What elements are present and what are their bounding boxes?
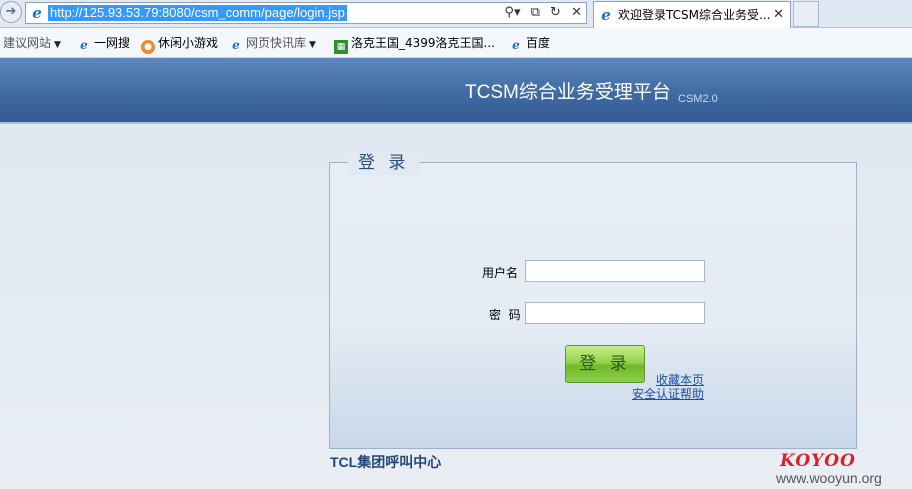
login-legend: 登 录 — [348, 151, 420, 175]
watermark-logo: KOYOO — [780, 451, 856, 471]
close-icon[interactable]: ✕ — [773, 7, 784, 22]
fav-label: 网页快讯库 — [246, 36, 307, 50]
security-help-link[interactable]: 安全认证帮助 — [632, 387, 704, 401]
fav-baidu[interactable]: e 百度 — [509, 35, 551, 52]
fav-yiwangsou[interactable]: e 一网搜 — [77, 35, 131, 52]
fav-casual-games[interactable]: ● 休闲小游戏 — [141, 35, 219, 54]
fav-roco-kingdom[interactable]: ▦ 洛克王国_4399洛克王国... — [334, 35, 495, 54]
login-panel: 登 录 用户名 密 码 登 录 收藏本页 安全认证帮助 — [329, 151, 857, 449]
app-version: CSM2.0 — [678, 93, 718, 105]
tab-title: 欢迎登录TCSM综合业务受... — [618, 8, 771, 22]
refresh-icon[interactable]: ↻ — [550, 4, 561, 22]
ie-icon: e — [32, 4, 42, 22]
fav-suggested-sites[interactable]: 建议网站 ▼ — [3, 35, 61, 51]
chevron-down-icon: ▼ — [309, 40, 316, 50]
fav-label: 建议网站 — [3, 36, 52, 50]
new-tab-button[interactable] — [793, 1, 819, 27]
app-title: TCSM综合业务受理平台 — [465, 82, 671, 103]
chevron-down-icon: ▼ — [54, 40, 61, 50]
search-icon[interactable]: ⚲▾ — [504, 4, 520, 22]
header-banner: TCSM综合业务受理平台 CSM2.0 — [0, 58, 912, 124]
ie-icon: e — [601, 6, 611, 24]
fav-label: 百度 — [526, 36, 551, 50]
fav-label: 一网搜 — [94, 36, 131, 50]
footer-org: TCL集团呼叫中心 — [330, 454, 442, 470]
ie-icon: e — [512, 38, 520, 52]
grid-icon: ▦ — [334, 40, 348, 54]
fav-label: 洛克王国_4399洛克王国... — [351, 36, 495, 50]
tab-login[interactable]: e 欢迎登录TCSM综合业务受... ✕ — [593, 1, 791, 28]
login-button[interactable]: 登 录 — [565, 345, 645, 383]
page-content: TCSM综合业务受理平台 CSM2.0 登 录 用户名 密 码 登 录 收藏本页… — [0, 58, 912, 489]
favorites-bar: 建议网站 ▼ e 一网搜 ● 休闲小游戏 e 网页快讯库 ▼ ▦ 洛克王国_4399洛克王国… — [0, 28, 912, 58]
watermark-site: www.wooyun.org — [776, 470, 882, 486]
ie-icon: e — [80, 38, 88, 52]
login-legend-text: 登 录 — [358, 153, 410, 173]
bookmark-page-link[interactable]: 收藏本页 — [656, 373, 704, 387]
url-text[interactable]: http://125.93.53.79:8080/csm_comm/page/l… — [48, 5, 347, 21]
ie-icon: e — [232, 38, 240, 52]
username-label: 用户名 — [482, 266, 519, 280]
password-label: 密 码 — [489, 308, 521, 322]
address-bar[interactable]: e http://125.93.53.79:8080/csm_comm/page… — [25, 2, 587, 24]
stop-icon[interactable]: ✕ — [571, 4, 582, 22]
address-tools: ⚲▾ ⧉ ↻ ✕ — [498, 4, 582, 22]
address-bar-row: ➔ e http://125.93.53.79:8080/csm_comm/pa… — [0, 0, 912, 28]
compat-view-icon[interactable]: ⧉ — [531, 4, 540, 22]
fav-web-slice[interactable]: e 网页快讯库 ▼ — [229, 35, 316, 52]
password-input[interactable] — [525, 302, 705, 324]
fav-label: 休闲小游戏 — [158, 36, 219, 50]
username-input[interactable] — [525, 260, 705, 282]
back-arrow-icon[interactable]: ➔ — [0, 1, 22, 23]
game-icon: ● — [141, 40, 155, 54]
